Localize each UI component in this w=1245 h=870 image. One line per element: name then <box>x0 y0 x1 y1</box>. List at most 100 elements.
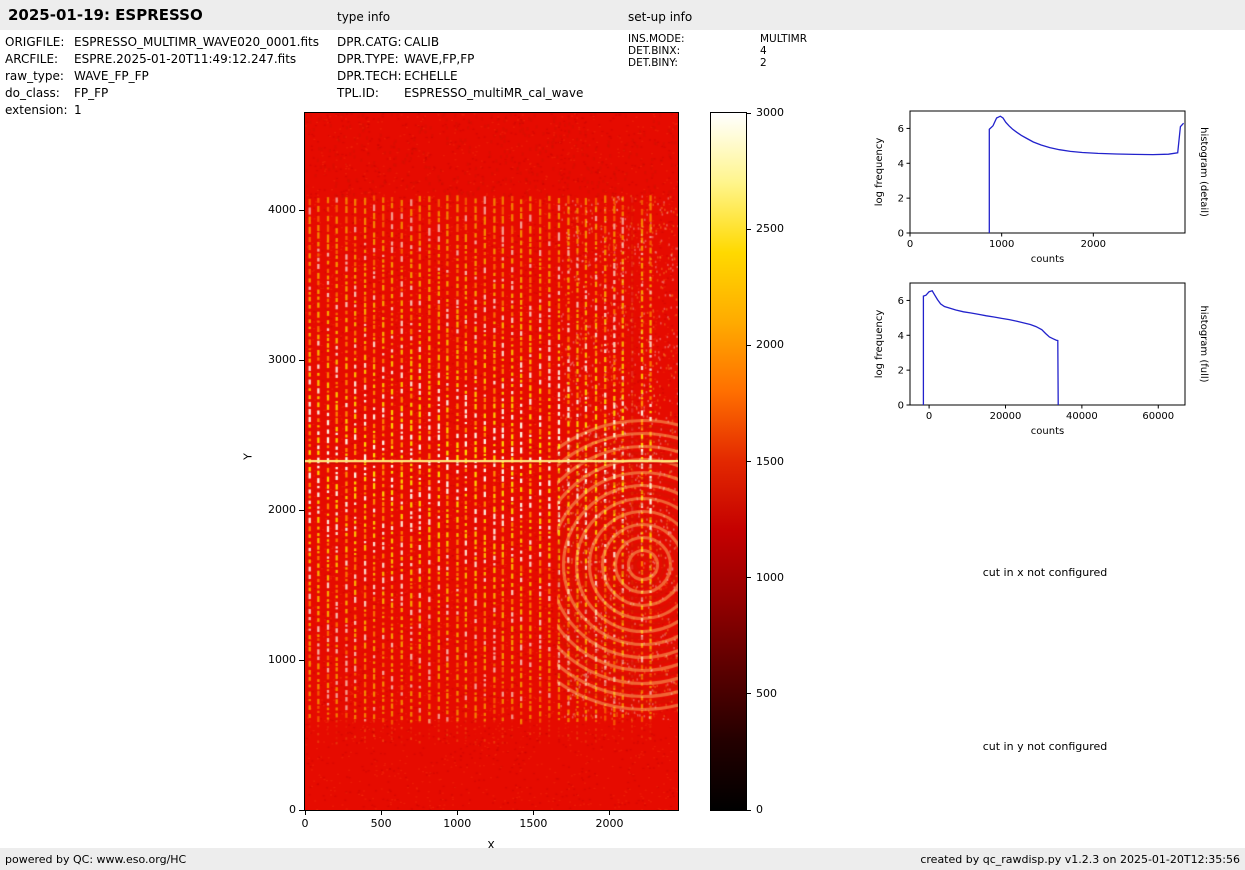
colorbar-tick-label: 2000 <box>756 338 784 352</box>
footer-created-by: created by qc_rawdisp.py v1.2.3 on 2025-… <box>920 853 1240 866</box>
metadata-key: raw_type: <box>5 69 64 83</box>
hist-right-label: histogram (detail) <box>1198 127 1209 217</box>
file-info-block: ORIGFILE: ESPRESSO_MULTIMR_WAVE020_0001.f… <box>5 35 319 120</box>
colorbar-tick-label: 1500 <box>756 454 784 468</box>
colorbar-tick-mark <box>747 228 751 230</box>
qc-report-page: 2025-01-19: ESPRESSO type info set-up in… <box>0 0 1245 870</box>
metadata-key: INS.MODE: <box>628 33 685 45</box>
raw-image-frame <box>304 112 679 811</box>
y-tick-mark <box>299 209 304 211</box>
metadata-value: MULTIMR <box>760 33 808 45</box>
metadata-row: DPR.TYPE: WAVE,FP,FP <box>337 52 583 69</box>
metadata-row: raw_type: WAVE_FP_FP <box>5 69 319 86</box>
x-tick-mark <box>456 811 458 815</box>
y-tick-label: 2 <box>898 366 904 377</box>
x-tick-label: 1000 <box>989 239 1014 250</box>
setup-info-label: set-up info <box>628 10 693 24</box>
metadata-key: DPR.TYPE: <box>337 52 399 66</box>
header-bar: 2025-01-19: ESPRESSO type info set-up in… <box>0 0 1245 30</box>
x-tick-label: 500 <box>370 817 392 830</box>
y-tick-label: 0 <box>898 229 904 240</box>
metadata-row: DET.BINY: 2 <box>628 57 807 69</box>
colorbar-tick-label: 3000 <box>756 106 784 119</box>
x-tick-label: 20000 <box>990 411 1022 422</box>
metadata-key: extension: <box>5 103 68 117</box>
y-tick-mark <box>299 509 304 511</box>
x-tick-label: 0 <box>926 411 932 422</box>
metadata-value: WAVE_FP_FP <box>74 69 149 83</box>
hist-x-axis-label: counts <box>1031 426 1064 437</box>
type-info-label: type info <box>337 10 391 24</box>
metadata-value: 1 <box>74 103 82 117</box>
y-tick-label: 4000 <box>268 203 296 217</box>
x-tick-label: 0 <box>907 239 913 250</box>
colorbar-tick-label: 0 <box>756 803 763 816</box>
y-tick-label: 6 <box>898 124 904 135</box>
x-tick-label: 60000 <box>1142 411 1174 422</box>
metadata-value: WAVE,FP,FP <box>404 52 475 66</box>
y-tick-label: 1000 <box>268 653 296 667</box>
histogram-detail-plot: 0 1000 2000 0 2 4 6 counts log frequency histogra… <box>874 110 1209 265</box>
metadata-row: do_class: FP_FP <box>5 86 319 103</box>
metadata-value: FP_FP <box>74 86 109 100</box>
colorbar-tick-mark <box>747 577 751 579</box>
hist-y-axis-label: log frequency <box>874 138 885 207</box>
y-tick-label: 0 <box>289 803 296 816</box>
colorbar-tick-mark <box>747 693 751 695</box>
x-tick-label: 1000 <box>443 817 472 830</box>
metadata-row: TPL.ID: ESPRESSO_multiMR_cal_wave <box>337 86 583 103</box>
colorbar-tick-mark <box>747 112 751 114</box>
metadata-row: extension: 1 <box>5 103 319 120</box>
y-tick-label: 3000 <box>268 353 296 367</box>
metadata-row: DET.BINX: 4 <box>628 45 807 57</box>
metadata-value: 2 <box>760 57 767 69</box>
metadata-row: ARCFILE: ESPRE.2025-01-20T11:49:12.247.fi… <box>5 52 319 69</box>
x-tick-label: 2000 <box>595 817 624 830</box>
plot-frame <box>909 282 1186 406</box>
x-tick-mark <box>532 811 534 815</box>
colorbar-tick-mark <box>747 344 751 346</box>
hist-y-axis-label: log frequency <box>874 310 885 379</box>
colorbar-tick-mark <box>747 809 751 811</box>
metadata-key: DET.BINY: <box>628 57 678 69</box>
y-tick-mark <box>299 359 304 361</box>
y-tick-label: 4 <box>898 331 904 342</box>
y-tick-label: 6 <box>898 296 904 307</box>
raw-y-axis-label: Y <box>241 453 255 460</box>
type-info-block: DPR.CATG: CALIB DPR.TYPE: WAVE,FP,FP DPR.TEC… <box>337 35 583 103</box>
metadata-value: 4 <box>760 45 767 57</box>
x-tick-mark <box>304 811 306 815</box>
metadata-key: DPR.TECH: <box>337 69 402 83</box>
metadata-value: CALIB <box>404 35 440 49</box>
x-tick-label: 40000 <box>1066 411 1098 422</box>
x-tick-label: 2000 <box>1081 239 1106 250</box>
histogram-full-plot: 0 20000 40000 60000 0 2 4 6 counts log frequency h… <box>874 282 1209 437</box>
x-tick-mark <box>608 811 610 815</box>
y-tick-mark <box>299 809 304 811</box>
cut-in-x-message: cut in x not configured <box>982 566 1108 579</box>
page-title: 2025-01-19: ESPRESSO <box>8 6 203 24</box>
cut-in-y-message: cut in y not configured <box>982 740 1108 753</box>
metadata-value: ECHELLE <box>404 69 458 83</box>
metadata-key: TPL.ID: <box>337 86 379 100</box>
y-tick-label: 0 <box>898 401 904 412</box>
metadata-row: INS.MODE: MULTIMR <box>628 33 807 45</box>
hist-right-label: histogram (full) <box>1198 305 1209 382</box>
y-tick-label: 2 <box>898 194 904 205</box>
metadata-key: do_class: <box>5 86 60 100</box>
colorbar <box>710 112 747 811</box>
setup-info-block: INS.MODE: MULTIMR DET.BINX: 4 DET.BINY: 2 <box>628 33 807 69</box>
colorbar-tick-label: 500 <box>756 686 777 700</box>
x-tick-label: 1500 <box>519 817 548 830</box>
footer-bar: powered by QC: www.eso.org/HC created by… <box>0 848 1245 870</box>
raw-image-canvas <box>305 113 678 810</box>
footer-powered-by: powered by QC: www.eso.org/HC <box>5 853 187 866</box>
metadata-value: ESPRESSO_multiMR_cal_wave <box>404 86 584 100</box>
y-tick-label: 2000 <box>268 503 296 517</box>
colorbar-tick-label: 2500 <box>756 222 784 236</box>
colorbar-tick-mark <box>747 461 751 462</box>
x-tick-label: 0 <box>301 817 309 830</box>
metadata-row: DPR.TECH: ECHELLE <box>337 69 583 86</box>
metadata-row: ORIGFILE: ESPRESSO_MULTIMR_WAVE020_0001.f… <box>5 35 319 52</box>
metadata-key: ORIGFILE: <box>5 35 65 49</box>
